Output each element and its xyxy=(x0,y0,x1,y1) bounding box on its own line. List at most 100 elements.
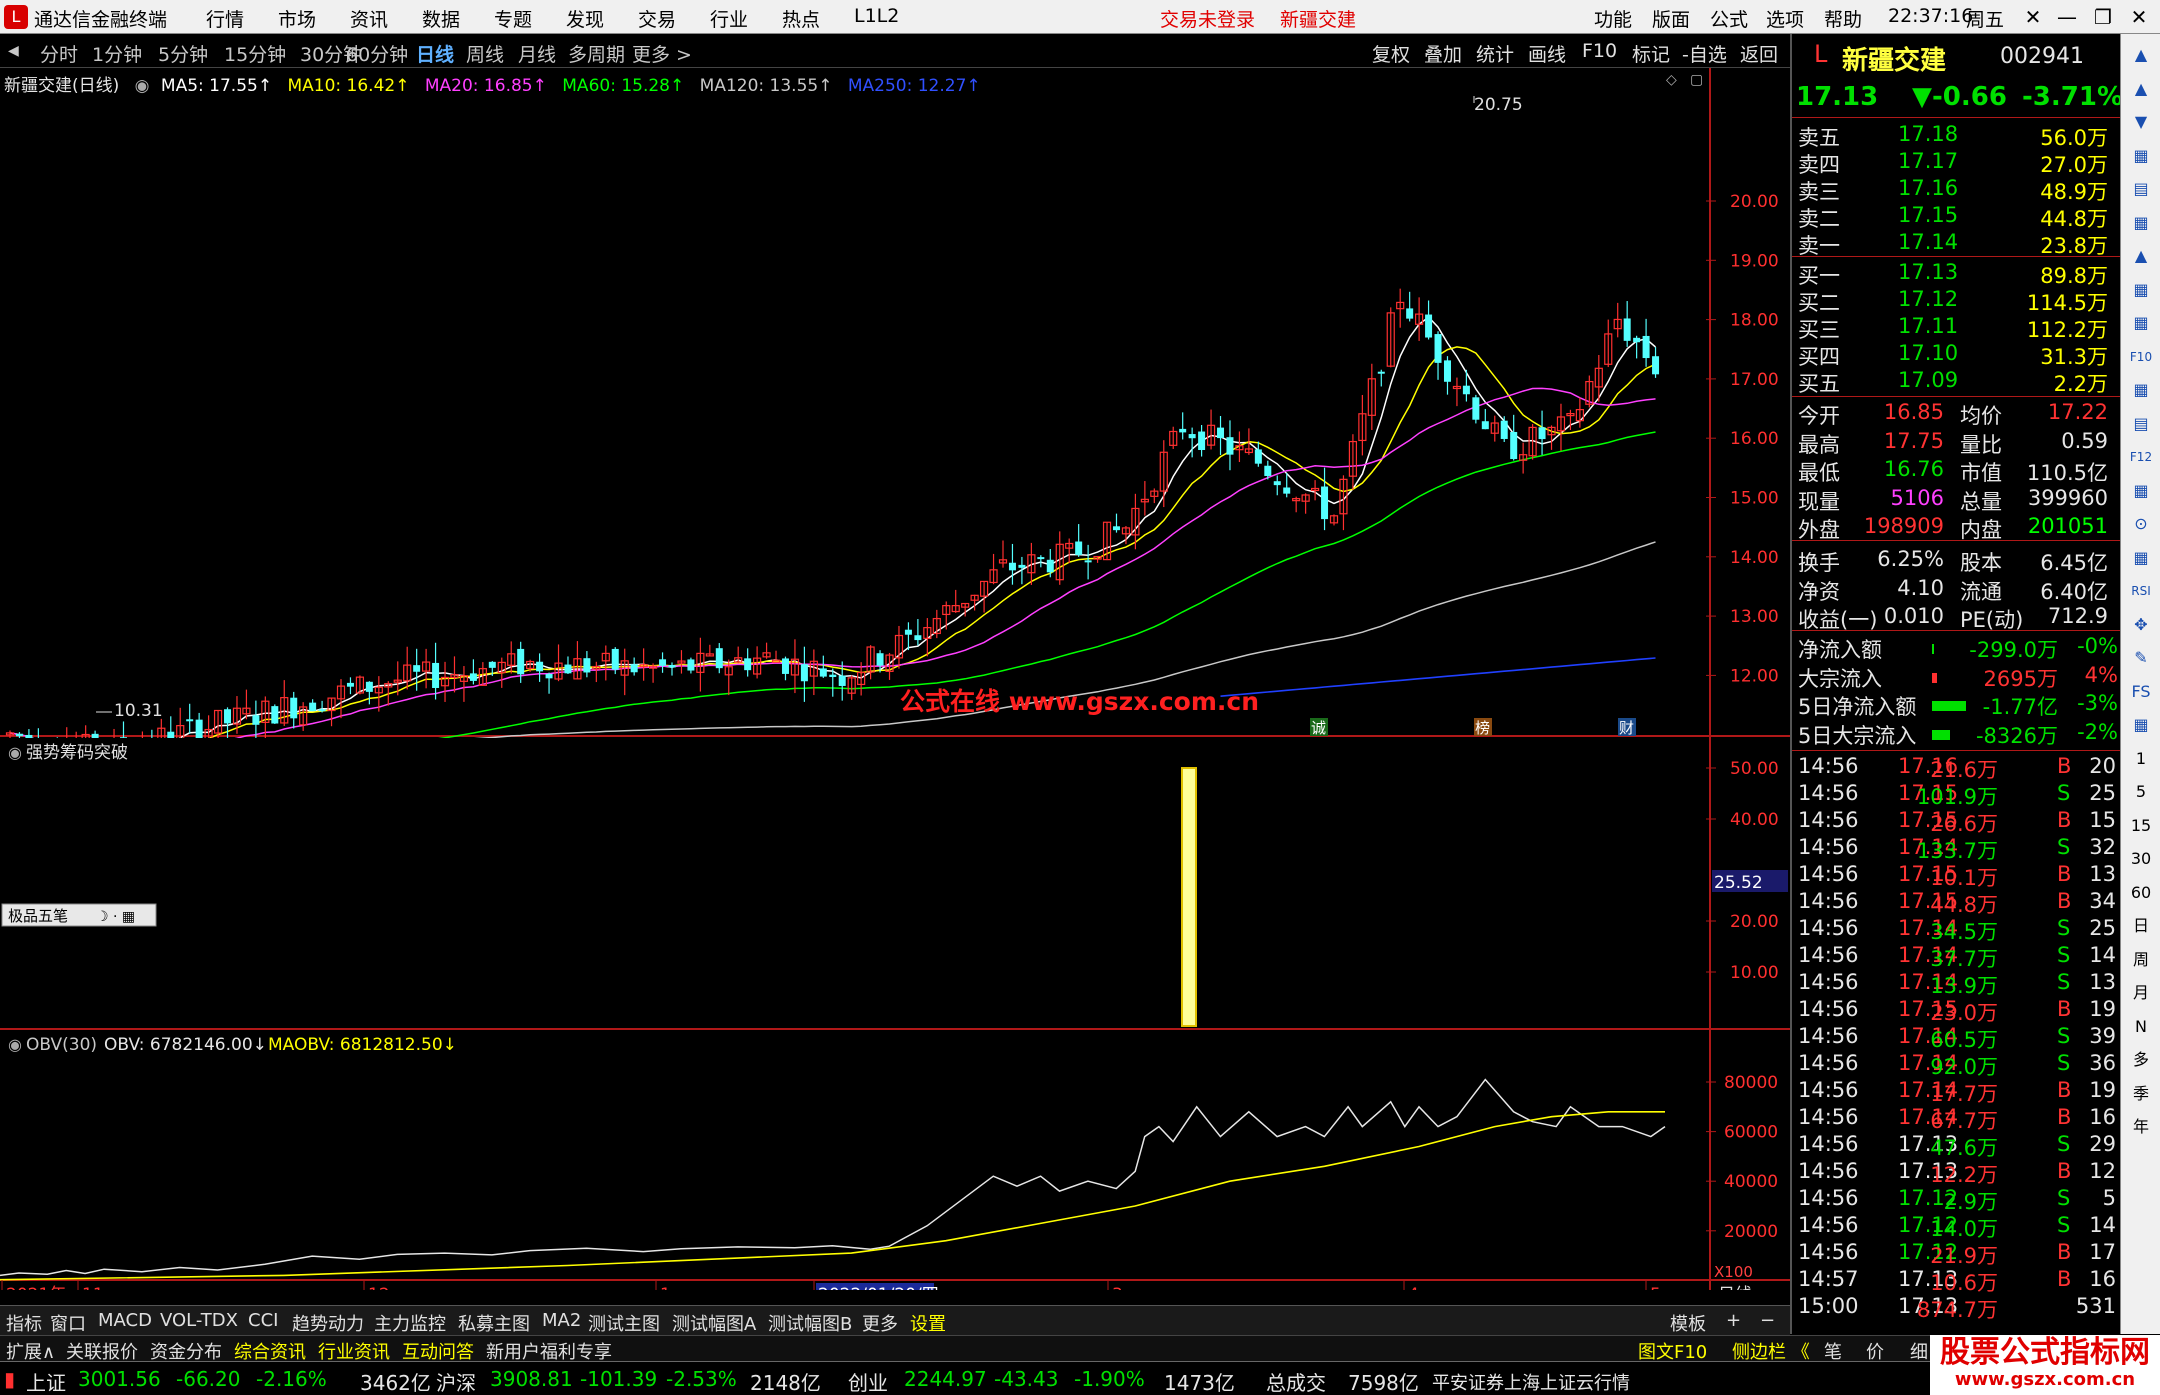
minimize-icon[interactable]: — xyxy=(2052,3,2082,31)
sidebar-item[interactable]: ▼ xyxy=(2127,109,2155,135)
stat-row[interactable]: 现量 5106 总量 399960 xyxy=(1792,486,2122,514)
chart-option-icon[interactable]: ◇ xyxy=(1666,72,1677,88)
template-button[interactable]: 模板 xyxy=(1670,1310,1706,1336)
tool-button[interactable]: 复权 xyxy=(1372,40,1410,67)
tab-timeframe[interactable]: 周线 xyxy=(466,40,504,67)
menu-item[interactable]: 发现 xyxy=(566,5,604,32)
tab-timeframe[interactable]: 多周期 xyxy=(568,40,625,67)
sidebar-item[interactable]: 15 xyxy=(2127,813,2155,839)
tick-row[interactable]: 14:56 17.12 2.9万 S 5 xyxy=(1792,1186,2122,1214)
sidebar-item[interactable]: ▦ xyxy=(2127,210,2155,236)
menu-item-layout[interactable]: 版面 xyxy=(1652,5,1690,32)
tool-button[interactable]: 返回 xyxy=(1740,40,1778,67)
index-name[interactable]: 创业 xyxy=(848,1367,888,1395)
tick-row[interactable]: 14:56 17.14 60.5万 S 39 xyxy=(1792,1024,2122,1052)
sidebar-item[interactable]: 季 xyxy=(2127,1081,2155,1107)
sidebar-item[interactable]: 周 xyxy=(2127,947,2155,973)
sidebar-item[interactable]: ▤ xyxy=(2127,176,2155,202)
sidebar-item[interactable]: 5 xyxy=(2127,779,2155,805)
tick-row[interactable]: 14:56 17.14 17.7万 B 19 xyxy=(1792,1078,2122,1106)
tab-timeframe[interactable]: 1分钟 xyxy=(92,40,142,67)
sidebar-item[interactable]: RSI xyxy=(2127,578,2155,604)
tool-button[interactable]: 叠加 xyxy=(1424,40,1462,67)
menu-item[interactable]: L1L2 xyxy=(854,5,899,27)
tick-row[interactable]: 14:56 17.15 101.9万 S 25 xyxy=(1792,781,2122,809)
legend-toggle-icon[interactable]: ◉ xyxy=(8,1035,22,1054)
sidebar-item[interactable]: ▲ xyxy=(2127,243,2155,269)
obv-chart[interactable]: ◉ OBV(30) OBV: 6782146.00↓ MAOBV: 681281… xyxy=(0,1030,1790,1290)
close-icon[interactable]: ✕ xyxy=(2124,3,2154,31)
tick-row[interactable]: 14:56 17.12 21.9万 B 17 xyxy=(1792,1240,2122,1268)
sidebar-item[interactable]: ▤ xyxy=(2127,411,2155,437)
sidebar-item[interactable]: N xyxy=(2127,1014,2155,1040)
sidebar-item[interactable]: ▦ xyxy=(2127,277,2155,303)
menu-item[interactable]: 热点 xyxy=(782,5,820,32)
legend-toggle-icon[interactable]: ◉ xyxy=(135,76,150,96)
tick-row[interactable]: 14:56 17.15 23.0万 B 19 xyxy=(1792,997,2122,1025)
sidebar-item[interactable]: ▲ xyxy=(2127,42,2155,68)
tab-indicator[interactable]: VOL-TDX xyxy=(160,1310,238,1331)
chart-zoom-icon[interactable]: ▢ xyxy=(1690,72,1703,88)
flow-row[interactable]: 5日大宗流入 -8326万 -2% xyxy=(1792,720,2122,748)
tool-button[interactable]: 画线 xyxy=(1528,40,1566,67)
tab-indicator[interactable]: 私募主图 xyxy=(458,1310,530,1336)
ask-row[interactable]: 卖二 17.15 44.8万 xyxy=(1792,203,2122,231)
tick-row[interactable]: 14:56 17.14 133.7万 S 32 xyxy=(1792,835,2122,863)
tab-indicator[interactable]: 主力监控 xyxy=(374,1310,446,1336)
menu-item[interactable]: 行情 xyxy=(206,5,244,32)
sidebar-item[interactable]: 日 xyxy=(2127,913,2155,939)
sidebar-item[interactable]: 30 xyxy=(2127,846,2155,872)
sidebar-item[interactable]: ▦ xyxy=(2127,143,2155,169)
remove-pane-button[interactable]: − xyxy=(1760,1310,1775,1331)
tab-timeframe-active[interactable]: 日线 xyxy=(416,40,454,67)
tab-timeframe[interactable]: 分时 xyxy=(40,40,78,67)
indicator-chart-chips[interactable]: ◉ 强势筹码突破 50.00 40.00 20.00 10.00 25.52 极品五笔… xyxy=(0,738,1790,1030)
sidebar-item[interactable]: 60 xyxy=(2127,880,2155,906)
bid-row[interactable]: 买三 17.11 112.2万 xyxy=(1792,314,2122,342)
tab-indicator[interactable]: CCI xyxy=(248,1310,278,1331)
stat-row[interactable]: 今开 16.85 均价 17.22 xyxy=(1792,400,2122,428)
sidebar-item[interactable]: ▲ xyxy=(2127,76,2155,102)
stat-row[interactable]: 最低 16.76 市值 110.5亿 xyxy=(1792,457,2122,485)
ime-moon-icon[interactable]: ☽ · ▦ xyxy=(96,909,135,925)
tab-timeframe[interactable]: 5分钟 xyxy=(158,40,208,67)
sidebar-item[interactable]: 年 xyxy=(2127,1114,2155,1140)
bid-row[interactable]: 买一 17.13 89.8万 xyxy=(1792,260,2122,288)
login-status[interactable]: 交易未登录 xyxy=(1160,5,1255,32)
menu-item[interactable]: 行业 xyxy=(710,5,748,32)
tick-row[interactable]: 14:56 17.15 10.1万 B 13 xyxy=(1792,862,2122,890)
tab-indicator[interactable]: 测试幅图B xyxy=(768,1310,852,1336)
sidebar-item[interactable]: F12 xyxy=(2127,444,2155,470)
sidebar-item[interactable]: 月 xyxy=(2127,980,2155,1006)
tab-timeframe[interactable]: 60分钟 xyxy=(346,40,408,67)
sidebar-item[interactable]: FS xyxy=(2127,679,2155,705)
sidebar-item[interactable]: ▦ xyxy=(2127,377,2155,403)
tool-button[interactable]: F10 xyxy=(1582,40,1617,62)
menu-item[interactable]: 市场 xyxy=(278,5,316,32)
stat-row[interactable]: 收益(一) 0.010 PE(动) 712.9 xyxy=(1792,604,2122,632)
tick-row[interactable]: 14:56 17.14 92.0万 S 36 xyxy=(1792,1051,2122,1079)
menu-item-function[interactable]: 功能 xyxy=(1594,5,1632,32)
sidebar-item[interactable]: ▦ xyxy=(2127,478,2155,504)
tab-indicator[interactable]: 趋势动力 xyxy=(292,1310,364,1336)
ask-row[interactable]: 卖五 17.18 56.0万 xyxy=(1792,122,2122,150)
ask-row[interactable]: 卖三 17.16 48.9万 xyxy=(1792,176,2122,204)
tab-indicator[interactable]: 窗口 xyxy=(50,1310,86,1336)
tick-row[interactable]: 14:57 17.13 10.6万 B 16 xyxy=(1792,1267,2122,1295)
tick-row[interactable]: 15:00 17.13 874.7万 531 xyxy=(1792,1294,2122,1322)
tab-indicator[interactable]: 测试主图 xyxy=(588,1310,660,1336)
tick-row[interactable]: 14:56 17.14 67.7万 B 16 xyxy=(1792,1105,2122,1133)
tick-row[interactable]: 14:56 17.15 44.8万 B 34 xyxy=(1792,889,2122,917)
tick-row[interactable]: 14:56 17.13 12.2万 B 12 xyxy=(1792,1159,2122,1187)
collapse-icon[interactable]: ◀ xyxy=(8,43,19,59)
tick-row[interactable]: 14:56 17.14 37.7万 S 14 xyxy=(1792,943,2122,971)
tick-row[interactable]: 14:56 17.16 21.6万 B 20 xyxy=(1792,754,2122,782)
menu-item[interactable]: 交易 xyxy=(638,5,676,32)
ask-row[interactable]: 卖四 17.17 27.0万 xyxy=(1792,149,2122,177)
tab-indicator[interactable]: 测试幅图A xyxy=(672,1310,756,1336)
menu-item[interactable]: 数据 xyxy=(422,5,460,32)
bid-row[interactable]: 买五 17.09 2.2万 xyxy=(1792,368,2122,396)
sidebar-item[interactable]: ✎ xyxy=(2127,645,2155,671)
tick-row[interactable]: 14:56 17.14 34.5万 S 25 xyxy=(1792,916,2122,944)
tool-button[interactable]: 统计 xyxy=(1476,40,1514,67)
